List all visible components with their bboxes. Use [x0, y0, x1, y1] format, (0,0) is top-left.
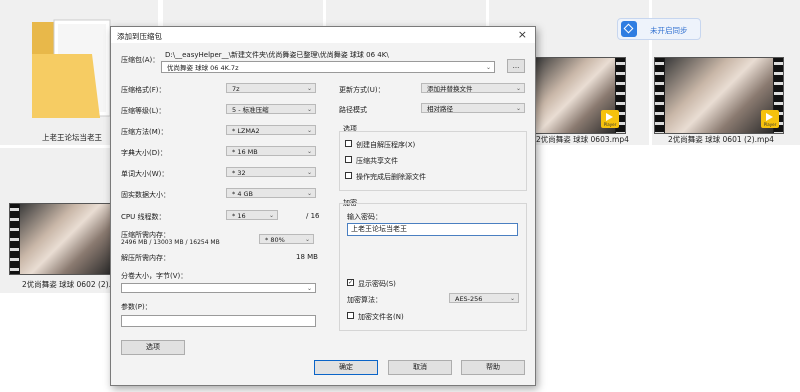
- enc-method-label: 加密算法：: [347, 296, 382, 304]
- update-select[interactable]: 添加并替换文件 ⌄: [421, 83, 525, 93]
- chevron-down-icon: ⌄: [306, 85, 312, 92]
- shared-label: 压缩共享文件: [356, 157, 398, 165]
- chevron-down-icon: ⌄: [268, 212, 274, 219]
- add-to-archive-dialog: 添加到压缩包 × 压缩包(A)： D:\__easyHelper__\新建文件夹…: [110, 26, 536, 386]
- chevron-down-icon: ⌄: [515, 85, 521, 92]
- cpu-label: CPU 线程数：: [121, 213, 166, 221]
- close-icon[interactable]: ×: [518, 28, 527, 41]
- method-label: 压缩方法(M)：: [121, 128, 168, 136]
- options-button[interactable]: 选项: [121, 340, 185, 355]
- path-select[interactable]: 相对路径 ⌄: [421, 103, 525, 113]
- chevron-down-icon: ⌄: [304, 236, 310, 243]
- file-caption: 2优尚舞姿 球球 0601 (2).mp4: [668, 135, 774, 144]
- mem-decomp-value: 18 MB: [296, 253, 318, 261]
- archive-path: D:\__easyHelper__\新建文件夹\优尚舞姿已整理\优尚舞姿 球球 …: [165, 51, 389, 59]
- dict-select[interactable]: * 16 MB ⌄: [226, 146, 316, 156]
- file-tile-blank-2[interactable]: [326, 0, 486, 26]
- help-button[interactable]: 帮助: [461, 360, 525, 375]
- solid-select[interactable]: * 4 GB ⌄: [226, 188, 316, 198]
- video-thumbnail: Player: [534, 57, 626, 134]
- params-label: 参数(P)：: [121, 303, 152, 311]
- update-label: 更新方式(U)：: [339, 86, 385, 94]
- dict-label: 字典大小(D)：: [121, 149, 167, 157]
- play-icon: Player: [761, 110, 779, 128]
- file-caption: 上老王论坛当老王: [42, 133, 102, 142]
- delete-checkbox[interactable]: [345, 172, 352, 179]
- play-icon: Player: [601, 110, 619, 128]
- word-select[interactable]: * 32 ⌄: [226, 167, 316, 177]
- chevron-down-icon: ⌄: [306, 106, 312, 113]
- enc-names-label: 加密文件名(N): [358, 313, 404, 321]
- sync-status-label: 未开启同步: [650, 26, 688, 35]
- ok-button[interactable]: 确定: [314, 360, 378, 375]
- sync-icon: [621, 21, 637, 37]
- cpu-select[interactable]: * 16 ⌄: [226, 210, 278, 220]
- sfx-checkbox[interactable]: [345, 140, 352, 147]
- show-password-label: 显示密码(S): [358, 280, 396, 288]
- video-thumbnail: [9, 203, 112, 275]
- video-thumbnail: Player: [654, 57, 784, 134]
- shared-checkbox[interactable]: [345, 156, 352, 163]
- chevron-down-icon: ⌄: [485, 64, 491, 71]
- mem-decomp-label: 解压所需内存：: [121, 254, 170, 262]
- params-input[interactable]: [121, 315, 316, 327]
- split-select[interactable]: ⌄: [121, 283, 316, 293]
- method-select[interactable]: * LZMA2 ⌄: [226, 125, 316, 135]
- dialog-title: 添加到压缩包: [117, 32, 162, 41]
- dialog-titlebar: 添加到压缩包 ×: [111, 27, 535, 43]
- word-label: 单词大小(W)：: [121, 170, 169, 178]
- file-caption: 2优尚舞姿 球球 0603.mp4: [536, 135, 629, 144]
- chevron-down-icon: ⌄: [306, 190, 312, 197]
- folder-icon: [30, 14, 116, 120]
- browse-button[interactable]: ...: [507, 59, 525, 73]
- chevron-down-icon: ⌄: [515, 105, 521, 112]
- file-tile-blank-1[interactable]: [163, 0, 323, 26]
- format-select[interactable]: 7z ⌄: [226, 83, 316, 93]
- split-label: 分卷大小，字节(V)：: [121, 272, 188, 280]
- chevron-down-icon: ⌄: [306, 169, 312, 176]
- level-label: 压缩等级(L)：: [121, 107, 166, 115]
- archive-label: 压缩包(A)：: [121, 56, 160, 64]
- password-input[interactable]: 上老王论坛当老王: [347, 223, 518, 236]
- cancel-button[interactable]: 取消: [388, 360, 452, 375]
- mem-comp-detail: 2496 MB / 13003 MB / 16254 MB: [121, 239, 220, 246]
- archive-name-combo[interactable]: 优尚舞姿 球球 06 4K.7z ⌄: [161, 61, 495, 73]
- cpu-total: / 16: [306, 212, 320, 220]
- level-select[interactable]: 5 - 标准压缩 ⌄: [226, 104, 316, 114]
- delete-label: 操作完成后删除源文件: [356, 173, 426, 181]
- format-label: 压缩格式(F)：: [121, 86, 166, 94]
- chevron-down-icon: ⌄: [306, 285, 312, 292]
- chevron-down-icon: ⌄: [509, 295, 515, 302]
- mem-usage-select[interactable]: * 80% ⌄: [259, 234, 314, 244]
- path-label: 路径模式: [339, 106, 367, 114]
- enc-names-checkbox[interactable]: [347, 312, 354, 319]
- solid-label: 固实数据大小：: [121, 191, 170, 199]
- enc-method-select[interactable]: AES-256 ⌄: [449, 293, 519, 303]
- chevron-down-icon: ⌄: [306, 148, 312, 155]
- password-label: 输入密码：: [347, 213, 382, 221]
- sfx-label: 创建自解压程序(X): [356, 141, 416, 149]
- show-password-checkbox[interactable]: ✓: [347, 279, 354, 286]
- sync-status-badge[interactable]: 未开启同步: [617, 18, 701, 40]
- chevron-down-icon: ⌄: [306, 127, 312, 134]
